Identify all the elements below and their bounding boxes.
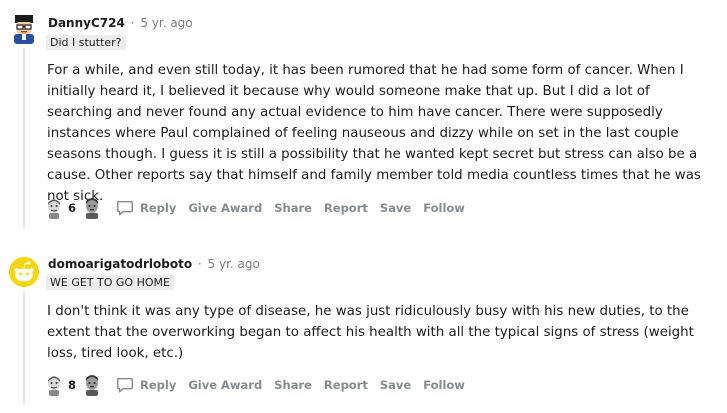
comment-meta: domoarigatodrloboto · 5 yr. ago (48, 257, 260, 271)
vote-score: 8 (68, 378, 77, 392)
upvote-face-icon[interactable] (44, 197, 64, 219)
comment-time[interactable]: 5 yr. ago (208, 257, 260, 271)
speech-bubble-icon (117, 200, 133, 216)
report-button[interactable]: Report (324, 201, 368, 215)
downvote-face-icon[interactable] (82, 374, 102, 396)
follow-button[interactable]: Follow (423, 378, 465, 392)
comment-thread: DannyC724 · 5 yr. ago Did I stutter? For… (0, 0, 727, 413)
thread-line[interactable] (23, 292, 25, 404)
follow-button[interactable]: Follow (423, 201, 465, 215)
give-award-button[interactable]: Give Award (188, 378, 262, 392)
reply-label: Reply (140, 378, 177, 392)
share-button[interactable]: Share (274, 378, 312, 392)
user-flair: Did I stutter? (46, 35, 126, 50)
save-button[interactable]: Save (380, 201, 411, 215)
comment-body: For a while, and even still today, it ha… (47, 63, 701, 204)
author-name[interactable]: domoarigatodrloboto (48, 257, 192, 271)
comment-time[interactable]: 5 yr. ago (140, 16, 192, 30)
reply-label: Reply (140, 201, 177, 215)
meta-separator: · (130, 16, 135, 30)
thread-line[interactable] (23, 48, 25, 228)
downvote-face-icon[interactable] (82, 197, 102, 219)
vote-score: 6 (68, 201, 77, 215)
comment-meta: DannyC724 · 5 yr. ago (48, 16, 193, 30)
comment-actions: 6 Reply Give Award Share Report Save Fol… (44, 196, 477, 220)
give-award-button[interactable]: Give Award (188, 201, 262, 215)
comment-actions: 8 Reply Give Award Share Report Save Fol… (44, 373, 477, 397)
reply-button[interactable]: Reply (116, 199, 176, 217)
share-button[interactable]: Share (274, 201, 312, 215)
cartoon-avatar-icon[interactable] (8, 12, 40, 44)
reply-button[interactable]: Reply (116, 376, 176, 394)
report-button[interactable]: Report (324, 378, 368, 392)
meta-separator: · (197, 257, 202, 271)
author-name[interactable]: DannyC724 (48, 16, 125, 30)
save-button[interactable]: Save (380, 378, 411, 392)
upvote-face-icon[interactable] (44, 374, 64, 396)
snoo-avatar-icon[interactable] (8, 256, 40, 288)
user-flair: WE GET TO GO HOME (46, 275, 174, 290)
comment-body: I don't think it was any type of disease… (47, 304, 694, 361)
speech-bubble-icon (117, 377, 133, 393)
